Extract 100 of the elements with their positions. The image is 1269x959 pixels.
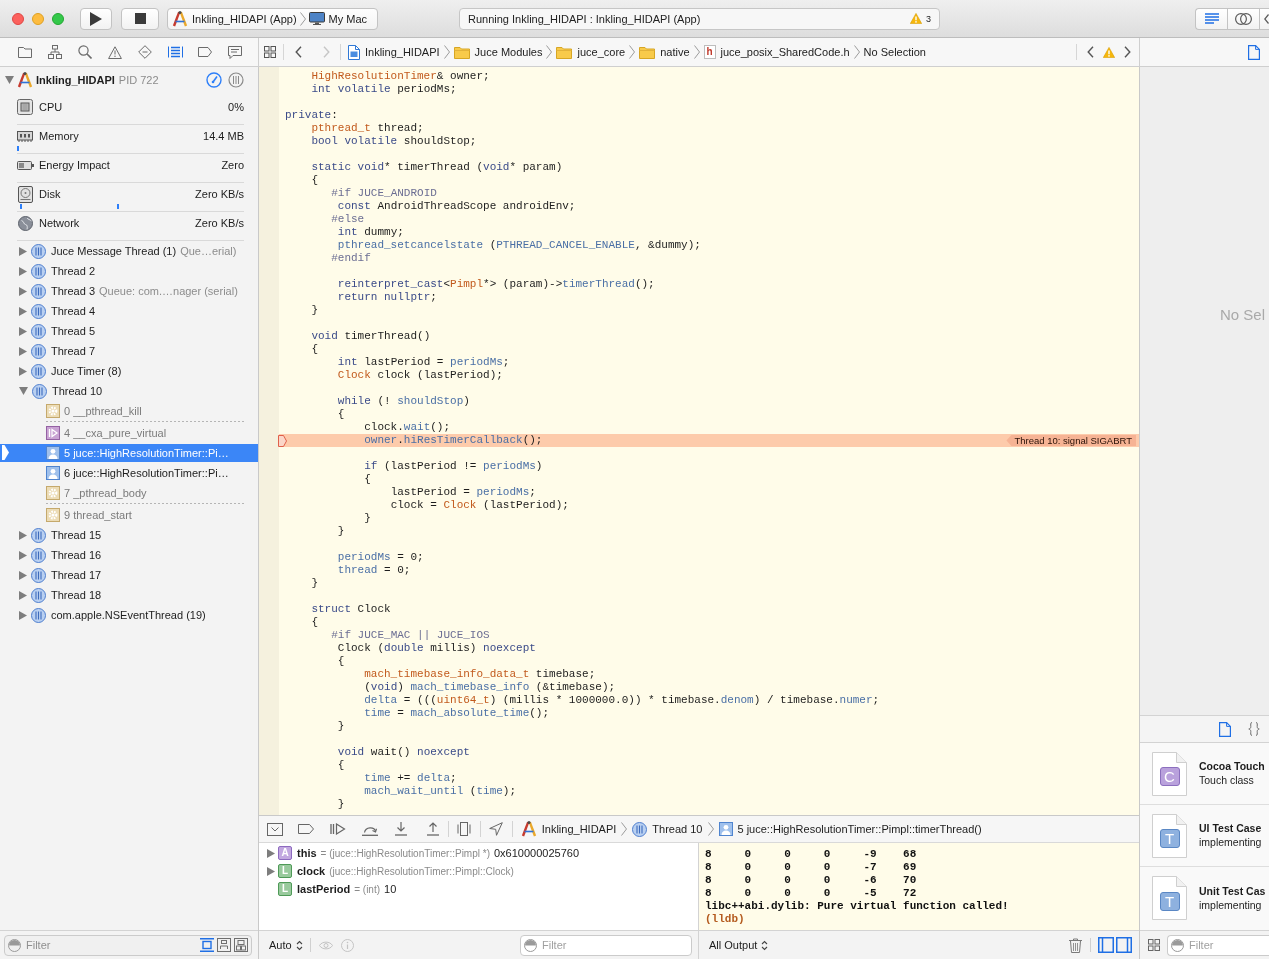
gauge-value: Zero KB/s (195, 188, 244, 200)
debug-path-item[interactable]: Inkling_HIDAPI (520, 818, 617, 840)
stop-button[interactable] (121, 7, 159, 30)
step-out-icon (426, 822, 439, 836)
filter-option-button[interactable] (232, 936, 249, 954)
console-line: 8 0 0 0 -9 68 (705, 848, 917, 861)
location-arrow-icon (488, 822, 503, 836)
filter-field[interactable]: Filter (1167, 934, 1269, 956)
scope-popup[interactable]: Auto (269, 935, 303, 955)
chevron-right-icon (322, 46, 330, 58)
code-line: { (337, 655, 345, 668)
thread-view-button[interactable] (228, 72, 244, 88)
jump-bar-item[interactable]: h juce_posix_SharedCode.h (703, 41, 850, 63)
person-icon (46, 446, 60, 460)
destination-popup[interactable]: My Mac (308, 8, 368, 29)
output-popup[interactable]: All Output (709, 935, 769, 955)
stack-frame[interactable]: 9 thread_start (0, 505, 258, 525)
gauge-label: Network (39, 217, 80, 229)
thread-icon (31, 283, 46, 299)
disclosure-triangle-icon[interactable] (5, 76, 14, 84)
disclosure-triangle-icon[interactable] (19, 266, 27, 276)
filter-option-button[interactable] (215, 936, 232, 954)
stop-icon (134, 13, 146, 24)
disclosure-triangle-icon[interactable] (19, 366, 27, 376)
filter-option-button[interactable] (198, 936, 215, 954)
person-icon (46, 466, 60, 480)
breadcrumb-chevron-icon (629, 45, 636, 59)
scheme-popup[interactable]: Inkling_HIDAPI (App) (172, 8, 297, 29)
thread-label: Thread 4 (51, 305, 96, 317)
left-pane-icon (1098, 937, 1114, 953)
code-line: mach_wait_until (time); (364, 785, 517, 798)
standard-editor-button[interactable] (1195, 7, 1227, 30)
breadcrumb-chevron-icon (299, 11, 306, 26)
code-line: } (364, 512, 371, 525)
jump-bar-item[interactable]: No Selection (863, 41, 926, 63)
panel-icon (216, 938, 231, 952)
code-line: #endif (331, 252, 371, 265)
code-line: Clock clock (lastPeriod); (337, 369, 503, 382)
breadcrumb-chevron-icon (853, 45, 860, 59)
disclosure-triangle-icon[interactable] (19, 610, 27, 620)
gauge-label: CPU (39, 101, 63, 113)
thread-icon (31, 363, 46, 379)
code-line: bool volatile shouldStop; (311, 135, 477, 148)
stack-frame[interactable]: 4 __cxa_pure_virtual (0, 423, 258, 443)
framed-square-icon (199, 938, 214, 952)
code-line: delta = (((uint64_t) (millis * 1000000.0)) * timebase.denom) / timebase.numer; (364, 694, 880, 707)
disclosure-triangle-icon[interactable] (19, 550, 27, 560)
breadcrumb-chevron-icon (707, 822, 714, 836)
disclosure-triangle-icon[interactable] (19, 326, 27, 336)
search-icon (78, 45, 92, 59)
console-pane-toggle[interactable] (1116, 937, 1132, 953)
run-button[interactable] (80, 7, 112, 30)
jump-bar-item[interactable]: Inkling_HIDAPI (348, 41, 440, 63)
version-editor-button[interactable] (1259, 7, 1269, 30)
thread-label: Thread 3 (51, 285, 96, 297)
filter-field[interactable]: Filter (520, 934, 692, 956)
code-line: int volatile periodMs; (311, 83, 457, 96)
close-button[interactable] (12, 12, 24, 25)
file-type-symbol: h (703, 45, 716, 59)
disclosure-triangle-icon[interactable] (267, 866, 275, 876)
stack-frame[interactable]: 5 juce::HighResolutionTimer::Pi… (0, 443, 258, 463)
filter-icon (8, 938, 21, 952)
document-icon (1218, 721, 1231, 737)
stack-frame[interactable]: 6 juce::HighResolutionTimer::Pi… (0, 463, 258, 483)
code-line: thread = 0; (337, 564, 411, 577)
disclosure-triangle-icon[interactable] (19, 346, 27, 356)
debug-path-item[interactable]: 5 juce::HighResolutionTimer::Pimpl::timerThread() (718, 818, 982, 840)
folder-icon (18, 46, 32, 58)
variable-name: clock (297, 865, 326, 877)
thread-label: Thread 2 (51, 265, 96, 277)
code-line: clock = Clock (lastPeriod); (390, 499, 569, 512)
disclosure-triangle-icon[interactable] (19, 306, 27, 316)
code-line: const AndroidThreadScope androidEnv; (337, 200, 576, 213)
disclosure-triangle-icon[interactable] (19, 387, 28, 395)
debug-path-item[interactable]: Thread 10 (632, 818, 703, 840)
disclosure-triangle-icon[interactable] (19, 286, 27, 296)
code-line: int dummy; (337, 226, 404, 239)
gauge-view-button[interactable] (206, 72, 222, 88)
template-description: implementing (1199, 898, 1263, 912)
disclosure-triangle-icon[interactable] (267, 848, 275, 858)
filter-field[interactable]: Filter (4, 934, 252, 956)
jump-bar-item[interactable]: native (639, 41, 690, 63)
assistant-editor-button[interactable] (1227, 7, 1259, 30)
jump-bar-item[interactable]: juce_core (556, 41, 626, 63)
clear-console-button[interactable] (1067, 935, 1083, 955)
threads-icon (228, 72, 244, 88)
zoom-button[interactable] (52, 12, 64, 25)
variables-pane-toggle[interactable] (1098, 937, 1114, 953)
disclosure-triangle-icon[interactable] (19, 530, 27, 540)
jump-bar-item[interactable]: Juce Modules (453, 41, 543, 63)
hierarchy-icon (48, 45, 62, 59)
code-line: { (311, 616, 318, 629)
status-text: Running Inkling_HIDAPI : Inkling_HIDAPI (App) (468, 12, 702, 25)
code-line: { (364, 473, 371, 486)
gauge-label: Energy Impact (39, 159, 110, 171)
warning-icon (1103, 46, 1115, 58)
disclosure-triangle-icon[interactable] (19, 246, 27, 256)
disclosure-triangle-icon[interactable] (19, 570, 27, 580)
code-line: { (337, 759, 345, 772)
disclosure-triangle-icon[interactable] (19, 590, 27, 600)
